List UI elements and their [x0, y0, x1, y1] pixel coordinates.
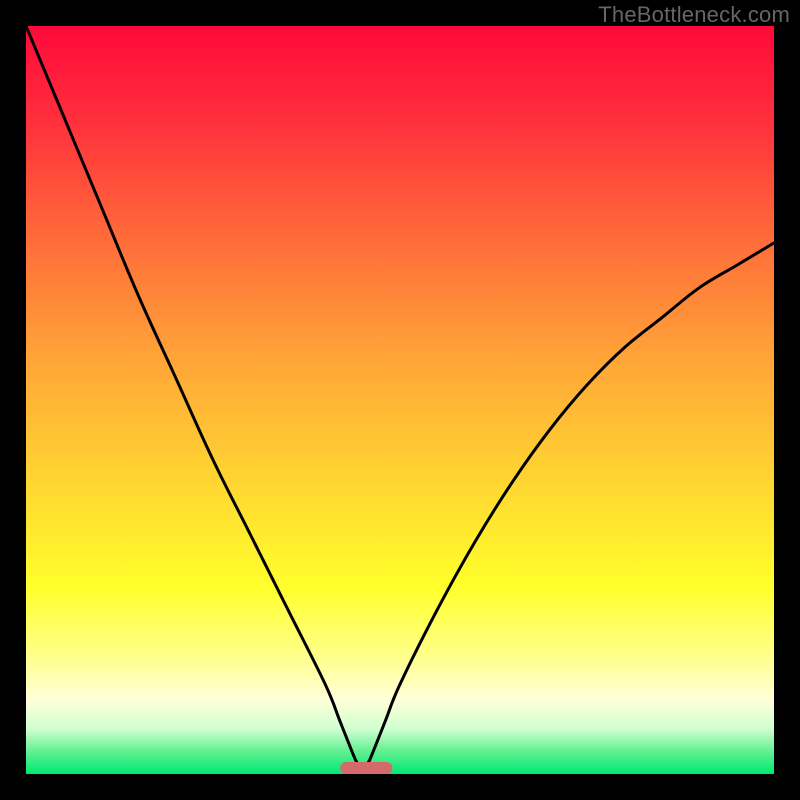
chart-frame: TheBottleneck.com — [0, 0, 800, 800]
optimal-marker — [340, 762, 392, 774]
watermark-text: TheBottleneck.com — [598, 2, 790, 28]
gradient-background — [26, 26, 774, 774]
bottleneck-chart — [26, 26, 774, 774]
